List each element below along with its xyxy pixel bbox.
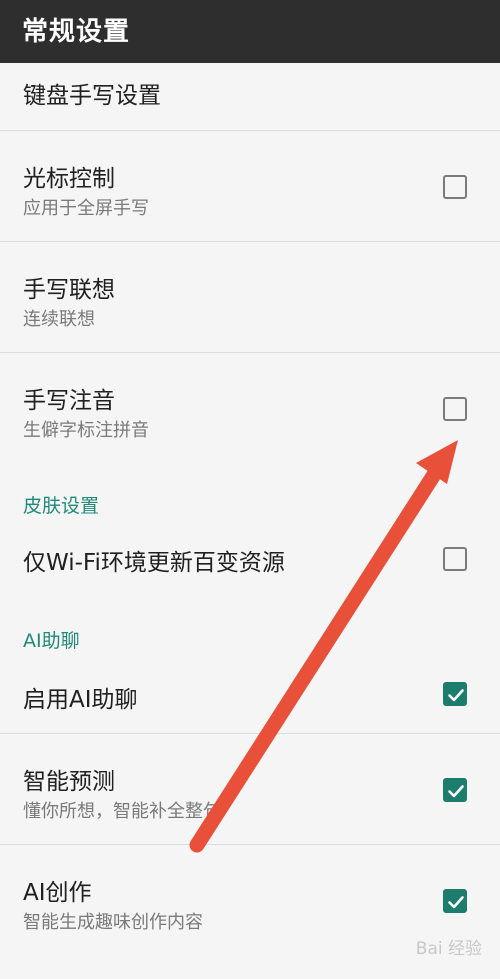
watermark: Bai 经验 <box>415 939 482 959</box>
annotation-arrow-icon <box>189 440 458 853</box>
